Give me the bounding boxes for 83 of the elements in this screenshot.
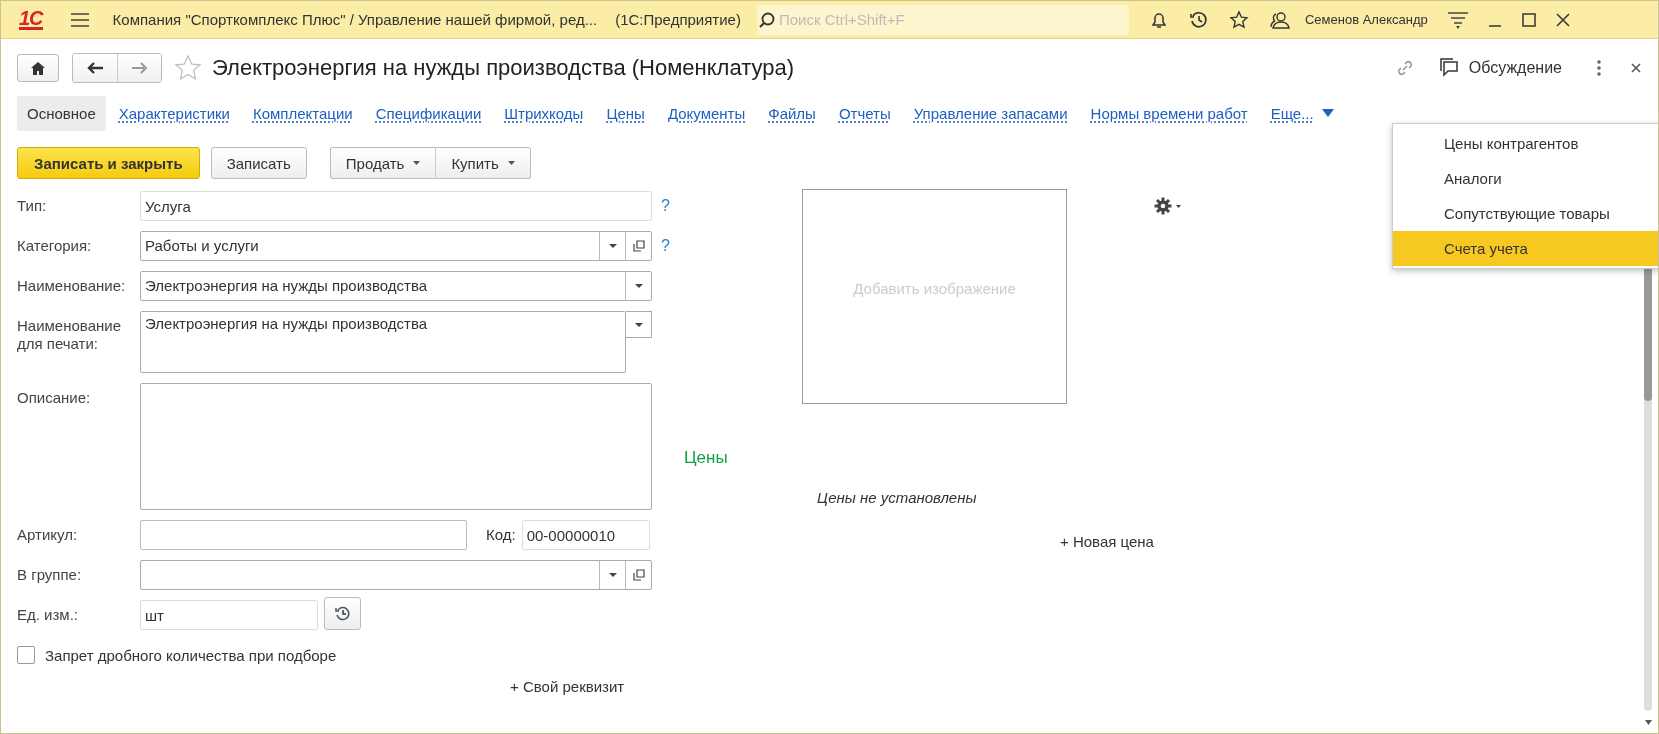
chat-icon <box>1438 58 1459 78</box>
field-label: Тип: <box>17 196 48 215</box>
tab[interactable]: Отчеты <box>828 95 901 131</box>
checkbox-label: Запрет дробного количества при подборе <box>45 646 337 664</box>
close-icon[interactable] <box>1555 12 1570 27</box>
home-button[interactable] <box>17 54 59 82</box>
select-field[interactable]: Электроэнергия на нужды производства <box>140 271 652 301</box>
star-icon[interactable] <box>174 55 202 81</box>
history-button[interactable] <box>324 597 361 630</box>
dropdown-button[interactable] <box>626 311 652 338</box>
tab[interactable]: Файлы <box>758 95 826 131</box>
back-button[interactable] <box>73 54 117 82</box>
caret-icon <box>413 161 421 165</box>
menu-item[interactable]: Аналоги <box>1393 161 1658 196</box>
scroll-down-icon[interactable] <box>1645 720 1652 725</box>
new-price-link[interactable]: + Новая цена <box>1060 533 1154 550</box>
window-title: Компания "Спорткомплекс Плюс" / Управление нашей фирмой, ред... <box>112 11 598 28</box>
search-placeholder: Поиск Ctrl+Shift+F <box>778 11 905 28</box>
tab[interactable]: Основное <box>17 95 106 131</box>
app-name: (1С:Предприятие) <box>615 11 741 28</box>
tab[interactable]: Штрихкоды <box>494 95 594 131</box>
more-icon[interactable] <box>1596 60 1602 76</box>
save-close-button[interactable]: Записать и закрыть <box>17 147 200 179</box>
maximize-icon[interactable] <box>1521 12 1536 27</box>
gear-icon[interactable] <box>1154 197 1182 215</box>
input-field[interactable]: шт <box>140 600 318 630</box>
field-label: Описание: <box>17 388 92 407</box>
history-icon[interactable] <box>1188 9 1209 30</box>
caret-icon <box>608 244 617 248</box>
field-label: Ед. изм.: <box>17 605 79 624</box>
caret-icon <box>608 573 617 577</box>
menu-item[interactable]: Цены контрагентов <box>1393 126 1658 161</box>
add-attribute-link[interactable]: + Свой реквизит <box>510 678 625 695</box>
menu-icon[interactable] <box>70 12 89 27</box>
field-label: В группе: <box>17 565 83 584</box>
home-icon <box>31 61 45 75</box>
select-field[interactable] <box>140 560 652 590</box>
tab[interactable]: Спецификации <box>365 95 492 131</box>
field-label: Артикул: <box>17 525 79 544</box>
open-icon <box>632 569 645 581</box>
field-label: Код: <box>486 525 516 543</box>
field-label: Категория: <box>17 236 93 255</box>
tab[interactable]: Документы <box>657 95 756 131</box>
close-icon[interactable] <box>1630 62 1642 74</box>
section-title: Цены <box>684 448 729 468</box>
checkbox[interactable] <box>17 646 35 664</box>
menu-button[interactable]: Купить <box>435 147 531 179</box>
menu-item[interactable]: Сопутствующие товары <box>1393 196 1658 231</box>
caret-icon <box>507 161 515 165</box>
empty-message: Цены не установлены <box>817 489 978 506</box>
menu-item[interactable]: Счета учета <box>1393 231 1658 266</box>
help-link[interactable]: ? <box>661 231 670 255</box>
tab[interactable]: Управление запасами <box>903 95 1078 131</box>
input-field[interactable]: 00-00000010 <box>521 520 650 550</box>
open-icon <box>632 240 645 252</box>
caret-icon <box>1321 109 1334 117</box>
menu-button[interactable]: Продать <box>329 147 436 179</box>
more-tab[interactable]: Еще... <box>1260 95 1344 131</box>
help-link[interactable]: ? <box>661 191 670 215</box>
back-arrow-icon <box>87 62 103 74</box>
input-field[interactable] <box>140 520 467 550</box>
user-name[interactable]: Семенов Александр <box>1304 12 1428 27</box>
caret-icon <box>634 284 643 288</box>
save-button[interactable]: Записать <box>210 147 307 179</box>
logo: 1С <box>19 9 43 30</box>
tab[interactable]: Характеристики <box>108 95 240 131</box>
forward-arrow-icon <box>131 62 148 74</box>
form-title: Электроэнергия на нужды производства (Номенклатура) <box>212 55 795 81</box>
field-label: Наименование для печати: <box>17 316 122 353</box>
users-icon[interactable] <box>1268 9 1291 30</box>
input-field[interactable]: Услуга <box>140 191 652 221</box>
tab[interactable]: Нормы времени работ <box>1080 95 1258 131</box>
field-label: Наименование: <box>17 276 127 295</box>
discussion-button[interactable]: Обсуждение <box>1432 57 1568 79</box>
search-icon <box>758 11 775 28</box>
caret-icon <box>634 322 643 327</box>
tab[interactable]: Комплектации <box>242 95 363 131</box>
tab[interactable]: Цены <box>596 95 655 131</box>
history-icon <box>333 604 352 623</box>
text-area[interactable]: Электроэнергия на нужды производства <box>140 311 626 373</box>
select-field[interactable]: Работы и услуги <box>140 231 652 261</box>
settings-icon[interactable] <box>1447 10 1468 29</box>
star-icon[interactable] <box>1228 9 1249 30</box>
